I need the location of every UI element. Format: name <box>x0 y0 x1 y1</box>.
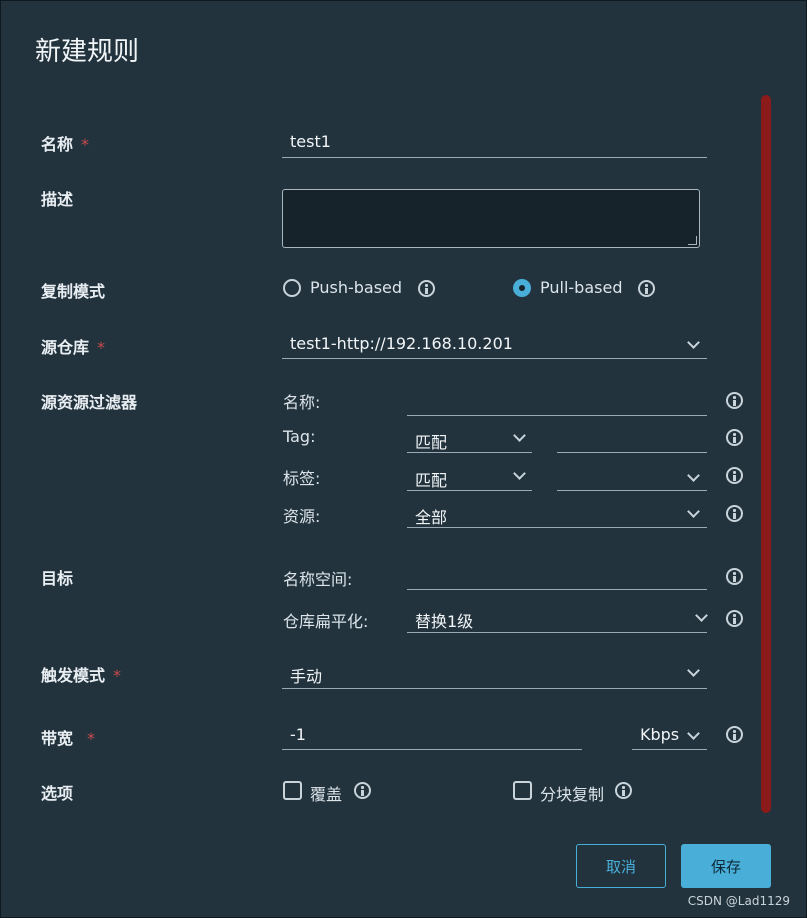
filter-label-label: 标签: <box>283 469 321 488</box>
save-button[interactable]: 保存 <box>681 844 771 888</box>
watermark: CSDN @Lad1129 <box>687 894 790 908</box>
chevron-down-icon <box>513 429 526 442</box>
trigger-mode-label: 触发模式 * <box>41 666 122 685</box>
chevron-down-icon <box>687 469 700 482</box>
label-value-select[interactable] <box>557 463 707 491</box>
info-icon[interactable] <box>726 392 743 409</box>
dialog-title: 新建规则 <box>35 37 140 67</box>
bandwidth-unit-value: Kbps <box>640 725 680 744</box>
chevron-down-icon <box>687 505 700 518</box>
push-based-label: Push-based <box>310 278 403 297</box>
resize-grip-icon[interactable] <box>688 236 697 245</box>
bandwidth-unit-select[interactable]: Kbps <box>632 721 707 750</box>
source-filter-label: 源资源过滤器 <box>41 393 138 412</box>
pull-based-radio[interactable] <box>513 279 531 297</box>
filter-name-input[interactable] <box>407 389 707 416</box>
trigger-mode-value: 手动 <box>290 667 323 686</box>
chevron-down-icon <box>695 609 708 622</box>
tag-match-select[interactable]: 匹配 <box>407 425 532 453</box>
info-icon[interactable] <box>726 726 743 743</box>
info-icon[interactable] <box>638 280 655 297</box>
trigger-mode-select[interactable]: 手动 <box>282 660 707 689</box>
bandwidth-label: 带宽 * <box>41 729 96 748</box>
override-label: 覆盖 <box>310 785 343 804</box>
description-label: 描述 <box>41 190 74 209</box>
info-icon[interactable] <box>726 467 743 484</box>
description-textarea[interactable] <box>282 189 700 248</box>
tag-pattern-input[interactable] <box>557 425 707 453</box>
resource-value: 全部 <box>415 508 448 527</box>
info-icon[interactable] <box>354 782 371 799</box>
label-match-value: 匹配 <box>415 471 448 490</box>
source-registry-label: 源仓库 * <box>41 338 106 357</box>
resource-select[interactable]: 全部 <box>407 500 707 528</box>
info-icon[interactable] <box>615 782 632 799</box>
flattening-label: 仓库扁平化: <box>283 612 369 631</box>
destination-label: 目标 <box>41 569 74 588</box>
replication-mode-label: 复制模式 <box>41 282 106 301</box>
chunked-checkbox[interactable] <box>513 781 532 800</box>
flattening-select[interactable]: 替换1级 <box>407 604 708 633</box>
namespace-label: 名称空间: <box>283 570 353 589</box>
tag-match-value: 匹配 <box>415 433 448 452</box>
info-icon[interactable] <box>418 280 435 297</box>
chevron-down-icon <box>687 336 700 349</box>
filter-name-label: 名称: <box>283 393 321 412</box>
info-icon[interactable] <box>726 610 743 627</box>
chevron-down-icon <box>513 467 526 480</box>
source-registry-value: test1-http://192.168.10.201 <box>290 334 513 353</box>
info-icon[interactable] <box>726 568 743 585</box>
bandwidth-input[interactable]: -1 <box>282 721 582 750</box>
name-input[interactable]: test1 <box>282 129 707 158</box>
chunked-label: 分块复制 <box>540 785 605 804</box>
scrollbar[interactable] <box>761 95 771 813</box>
pull-based-label: Pull-based <box>540 278 623 297</box>
flattening-value: 替换1级 <box>415 612 474 631</box>
filter-resource-label: 资源: <box>283 507 321 526</box>
override-checkbox[interactable] <box>283 781 302 800</box>
cancel-button[interactable]: 取消 <box>576 844 666 888</box>
info-icon[interactable] <box>726 429 743 446</box>
new-rule-dialog: 新建规则 名称 * test1 描述 复制模式 Push-based Pull-b… <box>0 0 807 918</box>
filter-tag-label: Tag: <box>283 427 316 446</box>
name-input-value: test1 <box>290 132 331 151</box>
label-match-select[interactable]: 匹配 <box>407 463 532 491</box>
source-registry-select[interactable]: test1-http://192.168.10.201 <box>282 331 707 359</box>
name-label: 名称 * <box>41 135 90 154</box>
namespace-input[interactable] <box>407 563 707 590</box>
chevron-down-icon <box>687 727 700 740</box>
push-based-radio[interactable] <box>283 279 301 297</box>
bandwidth-value: -1 <box>290 725 306 744</box>
chevron-down-icon <box>687 664 700 677</box>
info-icon[interactable] <box>726 505 743 522</box>
options-label: 选项 <box>41 784 74 803</box>
